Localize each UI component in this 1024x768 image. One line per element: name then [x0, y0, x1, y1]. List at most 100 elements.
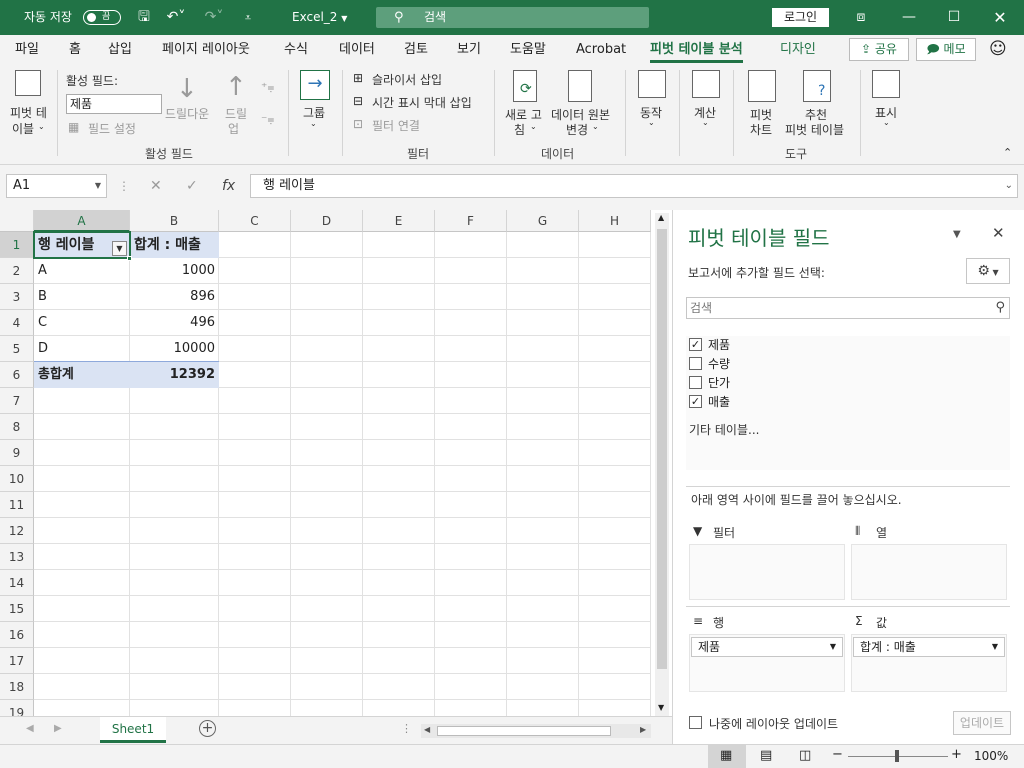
- row-header[interactable]: 4: [0, 310, 34, 336]
- file-name[interactable]: Excel_2 ▼: [292, 0, 347, 35]
- name-box[interactable]: A1 ▼: [6, 174, 107, 198]
- column-header-d[interactable]: D: [291, 210, 363, 232]
- pane-options-chevron-icon[interactable]: ▼: [953, 229, 961, 240]
- row-header[interactable]: 11: [0, 492, 34, 518]
- autosave-toggle[interactable]: 끔: [83, 10, 121, 25]
- field-checkbox[interactable]: ✓: [689, 395, 702, 408]
- horizontal-scrollbar[interactable]: ◀ ▶: [421, 724, 651, 738]
- undo-icon[interactable]: ↶˅: [162, 0, 190, 35]
- scroll-right-icon[interactable]: ▶: [640, 725, 646, 734]
- column-header-f[interactable]: F: [435, 210, 507, 232]
- row-header[interactable]: 7: [0, 388, 34, 414]
- tab-view[interactable]: 보기: [457, 35, 481, 64]
- split-handle-icon[interactable]: ⋮: [401, 722, 412, 735]
- pivot-row-label[interactable]: B: [34, 284, 51, 310]
- more-tables-link[interactable]: 기타 테이블...: [689, 421, 759, 438]
- pivot-row-value[interactable]: 1000: [130, 258, 219, 284]
- tab-home[interactable]: 홈: [69, 35, 81, 64]
- zoom-slider-thumb[interactable]: [895, 750, 899, 762]
- tab-acrobat[interactable]: Acrobat: [576, 35, 626, 64]
- row-header[interactable]: 13: [0, 544, 34, 570]
- pane-close-icon[interactable]: ✕: [992, 224, 1005, 242]
- rows-field-dropdown[interactable]: 제품 ▼: [691, 637, 843, 657]
- field-label[interactable]: 단가: [708, 374, 730, 391]
- pivot-row-label[interactable]: C: [34, 310, 51, 336]
- row-header[interactable]: 18: [0, 674, 34, 700]
- tab-review[interactable]: 검토: [404, 35, 428, 64]
- scroll-left-icon[interactable]: ◀: [424, 725, 430, 734]
- values-field-dropdown[interactable]: 합계 : 매출 ▼: [853, 637, 1005, 657]
- zoom-level[interactable]: 100%: [974, 749, 1008, 763]
- hscroll-thumb[interactable]: [437, 726, 611, 736]
- search-box[interactable]: ⚲ 검색: [376, 7, 649, 28]
- fill-handle[interactable]: [127, 256, 132, 261]
- customize-qat-icon[interactable]: ⩡: [240, 0, 256, 35]
- row-label-filter-dropdown[interactable]: ▼: [112, 241, 127, 256]
- update-button[interactable]: 업데이트: [953, 711, 1011, 735]
- expand-field-icon[interactable]: ⁺⩦: [261, 80, 274, 95]
- field-checkbox[interactable]: [689, 357, 702, 370]
- scroll-up-icon[interactable]: ▲: [658, 213, 664, 222]
- redo-icon[interactable]: ↷˅: [200, 0, 228, 35]
- minimize-icon[interactable]: —: [898, 0, 920, 35]
- tab-formulas[interactable]: 수식: [284, 35, 308, 64]
- scrollbar-thumb[interactable]: [657, 229, 667, 669]
- row-header[interactable]: 9: [0, 440, 34, 466]
- filter-connections-button[interactable]: 필터 연결: [372, 117, 420, 134]
- add-sheet-icon[interactable]: +: [199, 720, 216, 737]
- page-break-view-icon[interactable]: ◫: [799, 748, 811, 763]
- prev-sheet-icon[interactable]: ◀: [26, 723, 34, 734]
- column-header-h[interactable]: H: [579, 210, 651, 232]
- field-checkbox[interactable]: ✓: [689, 338, 702, 351]
- row-header[interactable]: 3: [0, 284, 34, 310]
- row-header[interactable]: 15: [0, 596, 34, 622]
- pivot-grand-total-value[interactable]: 12392: [130, 362, 219, 388]
- sheet-tab-sheet1[interactable]: Sheet1: [100, 717, 166, 743]
- column-header-e[interactable]: E: [363, 210, 435, 232]
- vertical-scrollbar[interactable]: ▲ ▼: [655, 213, 669, 717]
- tab-page-layout[interactable]: 페이지 레이아웃: [162, 35, 250, 64]
- login-button[interactable]: 로그인: [772, 8, 829, 27]
- tab-design[interactable]: 디자인: [780, 35, 816, 64]
- row-header[interactable]: 6: [0, 362, 34, 388]
- column-header-a[interactable]: A: [34, 210, 130, 232]
- formula-input[interactable]: 행 레이블 ⌄: [250, 174, 1018, 198]
- pivottable-button[interactable]: 피벗 테: [10, 104, 47, 121]
- close-icon[interactable]: ✕: [989, 0, 1011, 35]
- row-header[interactable]: 14: [0, 570, 34, 596]
- insert-slicer-button[interactable]: 슬라이서 삽입: [372, 71, 442, 88]
- row-header[interactable]: 19: [0, 700, 34, 716]
- column-header-g[interactable]: G: [507, 210, 579, 232]
- next-sheet-icon[interactable]: ▶: [54, 723, 62, 734]
- field-search-input[interactable]: 검색 ⚲: [686, 297, 1010, 319]
- column-header-c[interactable]: C: [219, 210, 291, 232]
- insert-timeline-button[interactable]: 시간 표시 막대 삽입: [372, 94, 472, 111]
- normal-view-icon[interactable]: ▦: [720, 748, 732, 763]
- page-layout-view-icon[interactable]: ▤: [760, 748, 772, 763]
- field-checkbox[interactable]: [689, 376, 702, 389]
- collapse-field-icon[interactable]: ⁻⩦: [261, 112, 274, 127]
- expand-formula-bar-icon[interactable]: ⌄: [1005, 175, 1013, 197]
- row-header[interactable]: 17: [0, 648, 34, 674]
- row-header[interactable]: 10: [0, 466, 34, 492]
- enter-icon[interactable]: ✓: [186, 174, 198, 198]
- column-header-b[interactable]: B: [130, 210, 219, 232]
- row-header[interactable]: 8: [0, 414, 34, 440]
- zoom-out-icon[interactable]: −: [832, 747, 843, 762]
- insert-function-icon[interactable]: fx: [222, 174, 235, 198]
- row-header[interactable]: 2: [0, 258, 34, 284]
- smiley-feedback-icon[interactable]: ☺: [989, 35, 1007, 64]
- drill-down-button[interactable]: 드릴다운: [165, 105, 209, 122]
- defer-update-checkbox[interactable]: [689, 716, 702, 729]
- tab-help[interactable]: 도움말: [510, 35, 546, 64]
- row-header[interactable]: 16: [0, 622, 34, 648]
- field-label[interactable]: 매출: [708, 393, 730, 410]
- field-list-settings-button[interactable]: ⚙ ▼: [966, 258, 1010, 284]
- row-header[interactable]: 5: [0, 336, 34, 362]
- comments-button[interactable]: 🗩 메모: [916, 38, 976, 61]
- cancel-icon[interactable]: ✕: [150, 174, 162, 198]
- worksheet-grid[interactable]: A B C D E F G H 1 2 3 4 5 6 7 8 9 10 11 12 13 14 15 16 1…: [0, 210, 651, 716]
- scroll-down-icon[interactable]: ▼: [658, 703, 664, 712]
- filters-drop-area[interactable]: [689, 544, 845, 600]
- row-header[interactable]: 12: [0, 518, 34, 544]
